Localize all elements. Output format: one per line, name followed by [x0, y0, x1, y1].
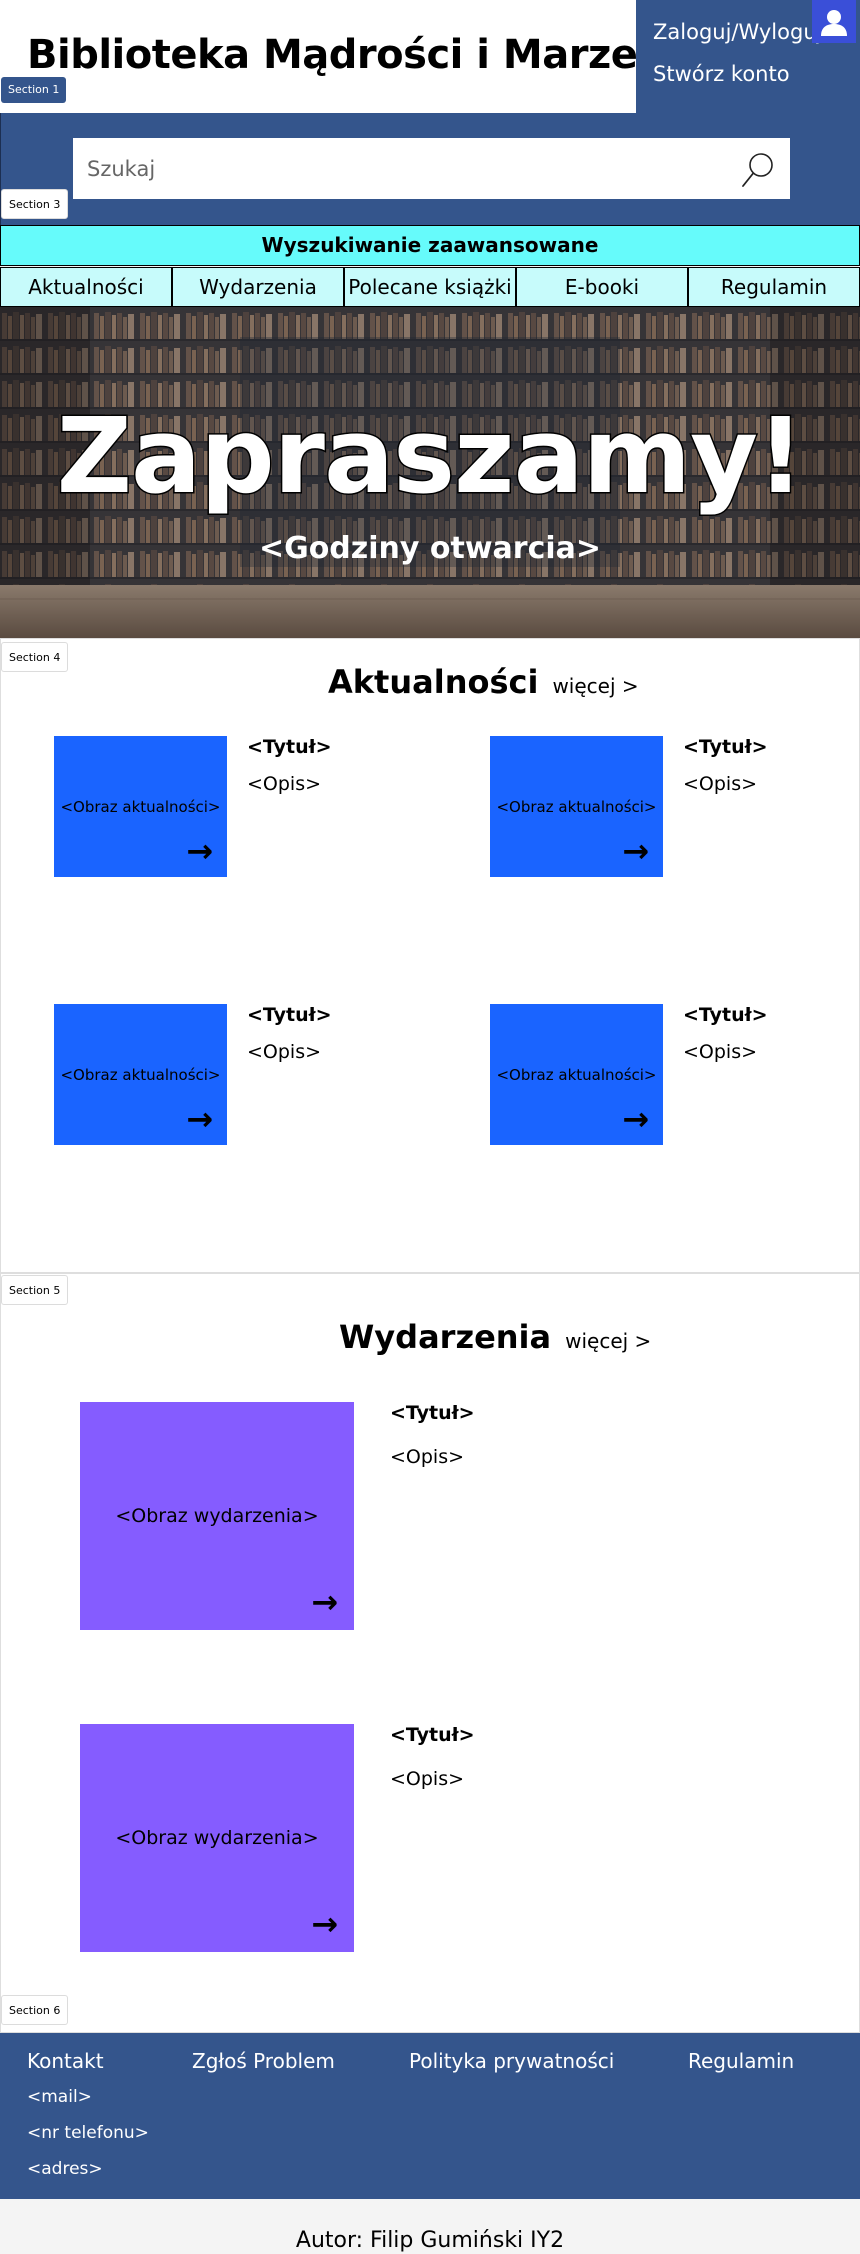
news-card-image[interactable]: <Obraz aktualności> → [490, 736, 663, 877]
search-section [0, 113, 860, 225]
footer-link-regulamin[interactable]: Regulamin [688, 2049, 794, 2073]
news-card-title: <Tytuł> [683, 736, 768, 758]
event-card-title: <Tytuł> [390, 1402, 475, 1424]
author-credit: Autor: Filip Gumiński IY2 [0, 2199, 860, 2254]
contact-phone: <nr telefonu> [27, 2123, 149, 2143]
opening-hours: <Godziny otwarcia> [258, 531, 602, 566]
search-box [73, 138, 790, 199]
section-label: Section 1 [1, 77, 67, 103]
create-account-link[interactable]: Stwórz konto [653, 62, 790, 86]
image-placeholder: <Obraz wydarzenia> [115, 1505, 319, 1527]
events-section: Section 5 Wydarzenia więcej > <Obraz wyda… [0, 1273, 860, 2033]
event-card-desc: <Opis> [390, 1768, 465, 1790]
image-placeholder: <Obraz wydarzenia> [115, 1827, 319, 1849]
news-card-desc: <Opis> [247, 1041, 322, 1063]
arrow-right-icon: → [186, 1100, 213, 1138]
event-card-image[interactable]: <Obraz wydarzenia> → [80, 1724, 354, 1952]
news-card-image[interactable]: <Obraz aktualności> → [54, 1004, 227, 1145]
news-card-title: <Tytuł> [247, 1004, 332, 1026]
hero-banner: Zapraszamy! <Godziny otwarcia> [0, 307, 860, 638]
advanced-search-button[interactable]: Wyszukiwanie zaawansowane [0, 225, 860, 266]
arrow-right-icon: → [622, 1100, 649, 1138]
news-card-desc: <Opis> [683, 773, 758, 795]
image-placeholder: <Obraz aktualności> [60, 1065, 221, 1084]
footer-link-kontakt[interactable]: Kontakt [27, 2049, 104, 2073]
section-label: Section 5 [1, 1275, 69, 1305]
event-card-title: <Tytuł> [390, 1724, 475, 1746]
contact-address: <adres> [27, 2159, 103, 2179]
nav-item-regulamin[interactable]: Regulamin [688, 267, 860, 307]
login-logout-link[interactable]: Zaloguj/Wyloguj [653, 20, 822, 44]
search-input[interactable] [87, 138, 707, 199]
image-placeholder: <Obraz aktualności> [496, 1065, 657, 1084]
events-heading: Wydarzenia [339, 1318, 552, 1356]
news-heading: Aktualności [328, 663, 539, 701]
news-card-image[interactable]: <Obraz aktualności> → [490, 1004, 663, 1145]
hero-title: Zapraszamy! [55, 394, 806, 519]
news-card-desc: <Opis> [247, 773, 322, 795]
arrow-right-icon: → [622, 832, 649, 870]
site-title: Biblioteka Mądrości i Marzeń [27, 32, 666, 78]
events-more-link[interactable]: więcej > [565, 1329, 651, 1353]
event-card-desc: <Opis> [390, 1446, 465, 1468]
main-nav: Aktualności Wydarzenia Polecane książki … [0, 267, 860, 307]
footer-link-privacy-policy[interactable]: Polityka prywatności [409, 2049, 614, 2073]
nav-item-e-booki[interactable]: E-booki [516, 267, 688, 307]
news-card-title: <Tytuł> [683, 1004, 768, 1026]
events-header: Wydarzenia więcej > [339, 1318, 651, 1356]
image-placeholder: <Obraz aktualności> [496, 797, 657, 816]
arrow-right-icon: → [186, 832, 213, 870]
nav-item-polecane-ksiazki[interactable]: Polecane książki [344, 267, 516, 307]
image-placeholder: <Obraz aktualności> [60, 797, 221, 816]
arrow-right-icon: → [311, 1583, 338, 1621]
nav-item-wydarzenia[interactable]: Wydarzenia [172, 267, 344, 307]
news-more-link[interactable]: więcej > [552, 674, 638, 698]
nav-item-aktualnosci[interactable]: Aktualności [0, 267, 172, 307]
section-label: Section 3 [1, 189, 69, 219]
section-label: Section 4 [1, 642, 69, 672]
search-icon[interactable] [741, 152, 775, 188]
news-card-title: <Tytuł> [247, 736, 332, 758]
news-card-image[interactable]: <Obraz aktualności> → [54, 736, 227, 877]
site-footer: Kontakt Zgłoś Problem Polityka prywatnoś… [0, 2033, 860, 2199]
news-header: Aktualności więcej > [328, 663, 639, 701]
contact-email: <mail> [27, 2087, 92, 2107]
news-section: Section 4 Aktualności więcej > <Obraz akt… [0, 638, 860, 1273]
arrow-right-icon: → [311, 1905, 338, 1943]
page: Biblioteka Mądrości i Marzeń Section 1 Z… [0, 0, 860, 2254]
section-label: Section 6 [1, 1995, 69, 2025]
footer-link-report-problem[interactable]: Zgłoś Problem [192, 2049, 335, 2073]
news-card-desc: <Opis> [683, 1041, 758, 1063]
site-header: Biblioteka Mądrości i Marzeń Section 1 Z… [0, 0, 860, 113]
user-icon[interactable] [812, 0, 856, 43]
event-card-image[interactable]: <Obraz wydarzenia> → [80, 1402, 354, 1630]
